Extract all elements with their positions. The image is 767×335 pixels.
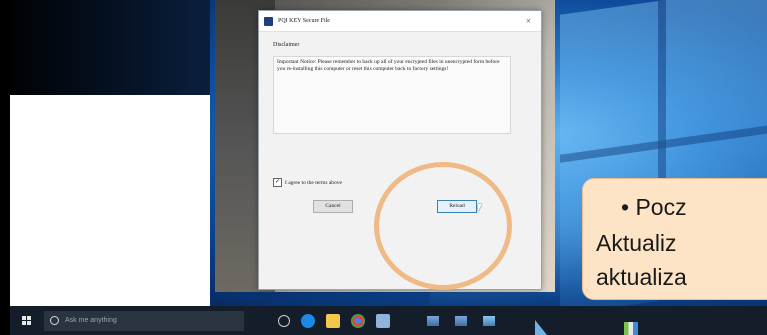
- callout-line-3: aktualiza: [596, 264, 687, 290]
- pqi-app-icon: [264, 16, 273, 26]
- dark-corner: [0, 0, 210, 95]
- notice-text: Important Notice: Please remember to bac…: [273, 56, 511, 134]
- pinned-apps: [278, 313, 401, 328]
- callout-line-1: • Pocz: [621, 194, 687, 220]
- task-view-icon[interactable]: [278, 314, 290, 327]
- callout-line-2: Aktualiz: [596, 230, 677, 256]
- network-icon-3[interactable]: [483, 315, 495, 326]
- edge-icon[interactable]: [301, 313, 315, 328]
- highlight-circle: [374, 162, 512, 290]
- dialog-title: PQI KEY Secure File: [278, 18, 330, 24]
- network-icon[interactable]: [427, 315, 439, 326]
- search-placeholder: Ask me anything: [65, 317, 117, 324]
- taskbar: Ask me anything: [10, 306, 767, 335]
- agree-checkbox[interactable]: ✓: [273, 178, 282, 187]
- disclaimer-heading: Disclaimer: [273, 42, 300, 48]
- agree-label: I agree to the terms above: [285, 179, 342, 186]
- network-icon-2[interactable]: [455, 315, 467, 326]
- cortana-search-box[interactable]: Ask me anything: [44, 310, 244, 331]
- windows-logo-icon-part: [27, 320, 31, 325]
- dialog-titlebar: PQI KEY Secure File ×: [259, 11, 541, 32]
- windows-logo-icon: [22, 315, 26, 320]
- tray-app-icon[interactable]: [624, 322, 638, 335]
- windows-logo-icon-part: [22, 320, 26, 325]
- cancel-button[interactable]: Cancel: [313, 200, 353, 213]
- white-side-panel: [10, 95, 210, 335]
- start-button[interactable]: [16, 310, 38, 332]
- agree-row[interactable]: ✓ I agree to the terms above: [273, 178, 342, 187]
- chrome-icon[interactable]: [351, 313, 365, 328]
- store-icon[interactable]: [376, 313, 390, 328]
- pointer-arrow-icon: [535, 320, 547, 335]
- windows-logo-icon-part: [27, 315, 31, 320]
- cortana-icon: [50, 316, 59, 325]
- instruction-callout: • Pocz Aktualiz aktualiza: [582, 178, 767, 300]
- system-tray: [427, 315, 511, 326]
- close-button[interactable]: ×: [526, 16, 531, 26]
- file-explorer-icon[interactable]: [326, 313, 340, 328]
